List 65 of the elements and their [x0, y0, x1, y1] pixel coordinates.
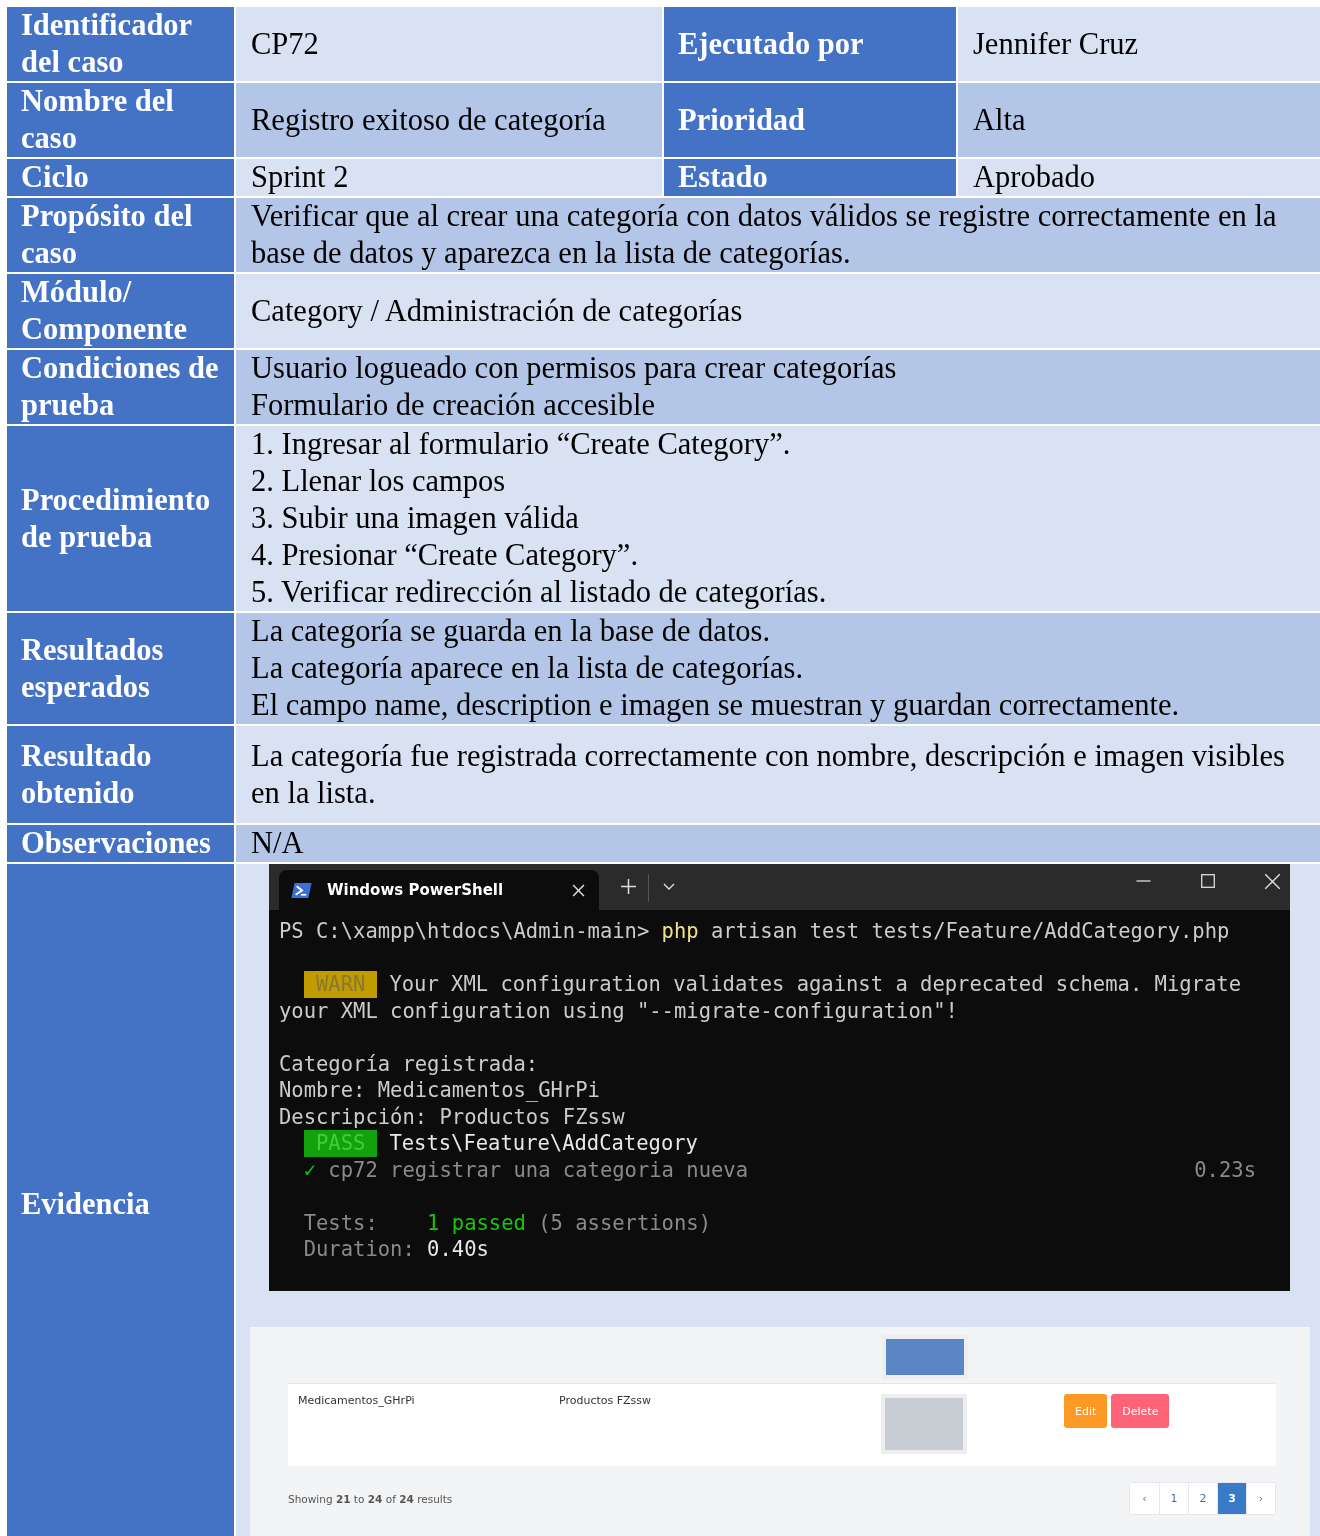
field-value: 2. Llenar los campos: [251, 463, 506, 500]
terminal-text: cp72 registrar una categoria nueva: [327, 1156, 748, 1183]
field-value: 1. Ingresar al formulario “Create Category”.: [251, 426, 791, 463]
field-value: Verificar que al crear una categoría con datos válidos se registre correctamente en la base de datos y aparezca en la lista de categorías.: [251, 198, 1278, 272]
terminal-icon: [291, 881, 313, 899]
terminal-text: Categoría registrada:: [279, 1050, 539, 1077]
field-label: Resultados esperados: [7, 613, 234, 724]
terminal-text: 0.40s: [427, 1236, 489, 1263]
terminal-text: artisan test tests/Feature/AddCategory.php: [709, 918, 1230, 945]
field-label: Estado: [664, 159, 956, 196]
field-value: La categoría se guarda en la base de datos.: [251, 613, 771, 650]
delete-button[interactable]: Delete: [1111, 1394, 1170, 1428]
field-value: 4. Presionar “Create Category”.: [251, 537, 639, 574]
field-value: La categoría aparece en la lista de categorías.: [251, 650, 804, 687]
field-value: Category / Administración de categorías: [251, 292, 743, 330]
success-text: 1 passed: [427, 1209, 526, 1236]
close-icon[interactable]: [572, 883, 585, 897]
field-label: Nombre del caso: [7, 83, 234, 157]
field-value: CP72: [236, 7, 662, 81]
field-label: Ciclo: [7, 159, 234, 196]
terminal-text: (5 assertions): [537, 1209, 711, 1236]
terminal-text: Descripción: Productos FZssw: [279, 1103, 625, 1130]
results-summary: Showing 21 to 24 of 24 results: [288, 1492, 453, 1505]
success-text: ✓: [302, 1156, 317, 1183]
tab-title: Windows PowerShell: [327, 881, 505, 899]
field-value: Alta: [958, 83, 1320, 157]
field-value: Formulario de creación accesible: [251, 387, 655, 424]
table-cell-text: Medicamentos_GHrPi: [298, 1394, 416, 1407]
terminal-text: Tests:: [302, 1209, 379, 1236]
field-value: Jennifer Cruz: [958, 7, 1320, 81]
field-value: La categoría fue registrada correctamente con nombre, descripción e imagen visibles en la lista.: [251, 737, 1286, 812]
terminal-text: your XML configuration using "--migrate-configuration"!: [279, 997, 958, 1024]
terminal-text: Your XML configuration validates against a deprecated schema. Migrate: [389, 971, 1241, 998]
field-label: Resultado obtenido: [7, 726, 234, 823]
page-link[interactable]: 3: [1217, 1483, 1246, 1514]
field-label: Procedimiento de prueba: [7, 426, 234, 611]
field-label: Prioridad: [664, 83, 956, 157]
maximize-icon[interactable]: [1201, 874, 1215, 888]
field-label: Observaciones: [7, 825, 234, 862]
field-label: Identificador del caso: [7, 7, 234, 81]
field-value: N/A: [251, 825, 304, 862]
command-text: php: [661, 918, 699, 945]
field-value: Registro exitoso de categoría: [236, 83, 662, 157]
field-label: Módulo/ Componente: [7, 274, 234, 348]
terminal-text: Tests\Feature\AddCategory: [389, 1130, 698, 1157]
terminal-text: Duration:: [302, 1236, 416, 1263]
field-value: Usuario logueado con permisos para crear categorías: [251, 350, 897, 387]
field-label: Propósito del caso: [7, 198, 234, 272]
field-value: Sprint 2: [236, 159, 662, 196]
duration-text: 0.23s: [1194, 1156, 1257, 1183]
field-value: El campo name, description e imagen se muestran y guardan correctamente.: [251, 687, 1180, 724]
field-label: Evidencia: [7, 864, 234, 1536]
page-link[interactable]: ›: [1246, 1483, 1275, 1514]
field-value: 5. Verificar redirección al listado de categorías.: [251, 574, 827, 611]
terminal-text: Nombre: Medicamentos_GHrPi: [279, 1077, 600, 1104]
plus-icon[interactable]: [621, 879, 636, 894]
field-label: Condiciones de prueba: [7, 350, 234, 424]
field-value: 3. Subir una imagen válida: [251, 500, 579, 537]
table-cell-text: Productos FZssw: [559, 1394, 653, 1407]
close-icon[interactable]: [1265, 873, 1280, 889]
terminal-text: PS C:\xampp\htdocs\Admin-main>: [279, 918, 651, 945]
field-label: Ejecutado por: [664, 7, 956, 81]
terminal-tab[interactable]: Windows PowerShell: [279, 870, 599, 910]
chevron-down-icon[interactable]: [663, 883, 675, 891]
field-value: Aprobado: [958, 159, 1320, 196]
